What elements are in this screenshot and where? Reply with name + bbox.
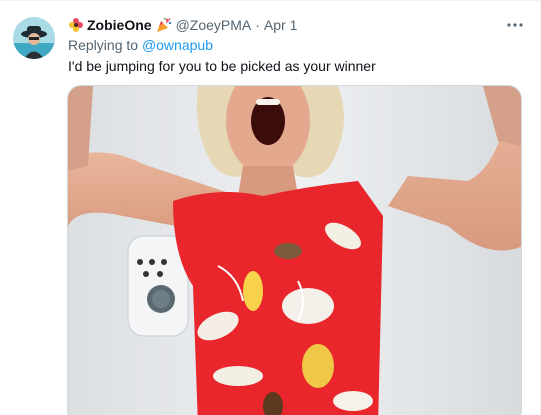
more-options-button[interactable] — [504, 14, 526, 36]
flower-emoji-icon — [68, 17, 84, 33]
avatar[interactable] — [13, 17, 55, 59]
party-popper-icon — [156, 17, 172, 33]
separator-dot: · — [255, 17, 260, 33]
tweet-date[interactable]: Apr 1 — [264, 17, 297, 33]
divider — [0, 0, 541, 1]
replying-to-label: Replying to — [68, 37, 142, 53]
tweet-header: ZobieOne @ZoeyPMA · Apr 1 — [68, 15, 297, 35]
user-handle[interactable]: @ZoeyPMA — [176, 17, 252, 33]
tweet-card[interactable]: ZobieOne @ZoeyPMA · Apr 1 Replying to @o… — [0, 0, 541, 415]
avatar-image — [13, 17, 55, 59]
more-horizontal-icon — [507, 23, 523, 27]
tweet-text: I'd be jumping for you to be picked as y… — [68, 58, 376, 74]
replying-to: Replying to @ownapub — [68, 37, 213, 53]
reply-to-link[interactable]: @ownapub — [142, 37, 213, 53]
tweet-photo[interactable] — [67, 85, 522, 415]
display-name[interactable]: ZobieOne — [87, 17, 152, 33]
photo-image — [68, 86, 521, 415]
